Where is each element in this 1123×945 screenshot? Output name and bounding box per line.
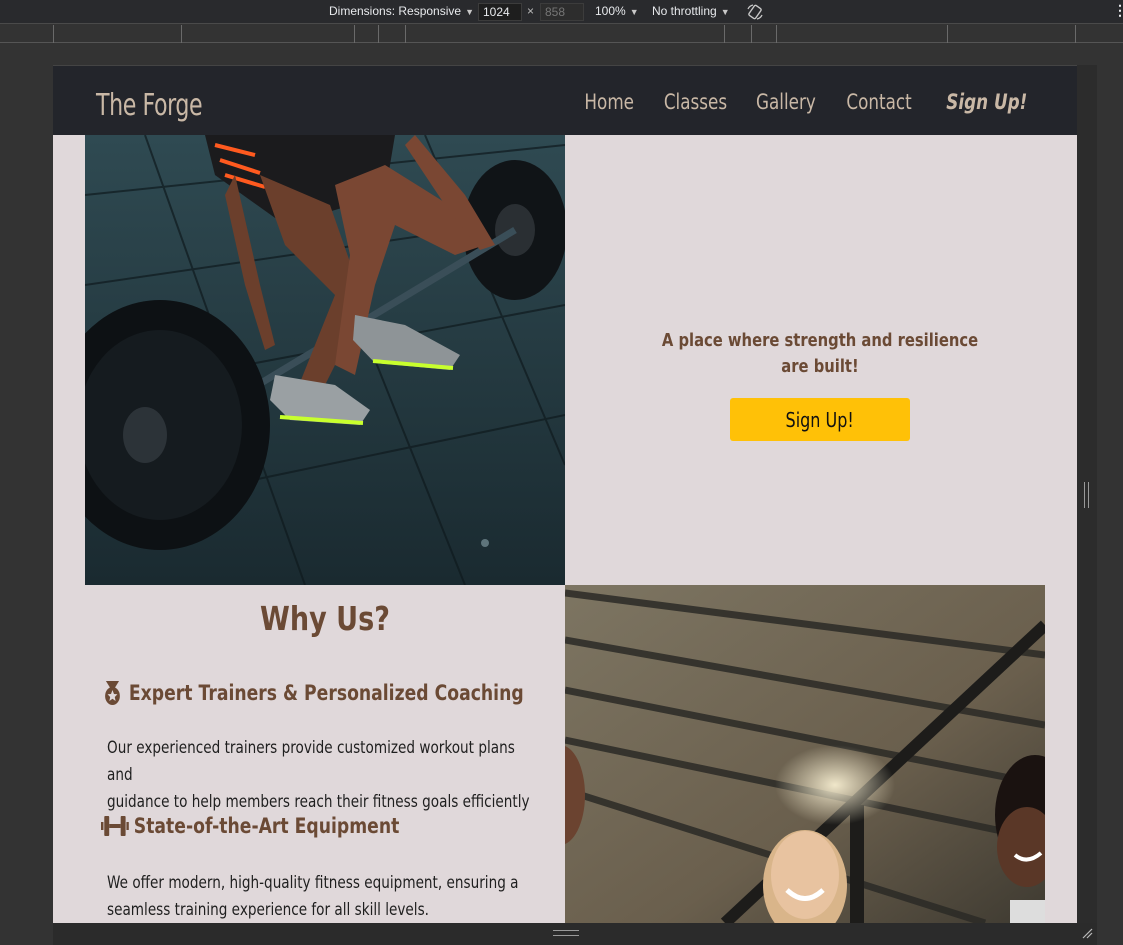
mq-tick[interactable]	[354, 25, 355, 43]
hero-image-deadlift	[85, 135, 565, 585]
throttling-dropdown[interactable]: No throttling ▼	[652, 4, 730, 18]
mq-tick[interactable]	[405, 25, 406, 43]
mq-tick[interactable]	[751, 25, 752, 43]
throttling-label: No throttling	[652, 4, 717, 18]
resize-handle-bottom[interactable]	[553, 930, 579, 936]
sign-up-button[interactable]: Sign Up!	[730, 398, 910, 441]
dimensions-dropdown[interactable]: Dimensions: Responsive ▼	[329, 4, 474, 18]
mq-tick[interactable]	[947, 25, 948, 43]
rotate-icon[interactable]	[746, 3, 764, 21]
brand-logo[interactable]: The Forge	[96, 88, 203, 123]
gym-class-photo	[565, 585, 1045, 923]
gym-class-image	[565, 585, 1045, 923]
mq-tick[interactable]	[181, 25, 182, 43]
deadlift-photo	[85, 135, 565, 585]
hero-cta-panel: A place where strength and resilience ar…	[565, 135, 1045, 585]
caret-down-icon: ▼	[629, 7, 639, 17]
dumbbell-icon	[101, 816, 129, 836]
feature-text-line: Our experienced trainers provide customi…	[107, 738, 515, 785]
nav-contact[interactable]: Contact	[846, 90, 911, 114]
nav-links: Home Classes Gallery Contact Sign Up!	[558, 90, 1027, 114]
feature-text-line: guidance to help members reach their fit…	[107, 792, 530, 812]
mq-tick[interactable]	[378, 25, 379, 43]
times-separator: ×	[527, 4, 535, 18]
resize-handle-right[interactable]	[1084, 482, 1089, 508]
tagline-line-1: A place where strength and resilience	[661, 330, 979, 351]
emulated-viewport: The Forge Home Classes Gallery Contact S…	[53, 65, 1077, 923]
nav-home[interactable]: Home	[584, 90, 634, 114]
more-options-icon[interactable]: ⋮	[1113, 2, 1123, 19]
nav-sign-up[interactable]: Sign Up!	[946, 90, 1027, 114]
caret-down-icon: ▼	[465, 7, 474, 17]
zoom-label: 100%	[595, 4, 626, 18]
feature-heading-trainers: Expert Trainers & Personalized Coaching	[101, 679, 524, 707]
feature-text-trainers: Our experienced trainers provide customi…	[107, 735, 537, 816]
feature-title-trainers: Expert Trainers & Personalized Coaching	[128, 681, 524, 705]
why-us-section: Why Us? Expert Trainers & Personalized C…	[85, 585, 565, 923]
caret-down-icon: ▼	[720, 7, 730, 17]
nav-gallery[interactable]: Gallery	[756, 90, 816, 114]
medal-icon	[105, 681, 120, 705]
feature-text-equipment: We offer modern, high-quality fitness eq…	[107, 870, 537, 923]
dimensions-label: Dimensions: Responsive	[329, 4, 462, 18]
devtools-device-toolbar: Dimensions: Responsive▼ × 100%▼ No throt…	[0, 0, 1123, 24]
feature-title-equipment: State-of-the-Art Equipment	[133, 814, 400, 838]
mq-tick[interactable]	[776, 25, 777, 43]
hero-tagline: A place where strength and resilience ar…	[611, 328, 1029, 380]
feature-text-line: seamless training experience for all ski…	[107, 900, 429, 920]
tagline-line-2: are built!	[781, 356, 859, 377]
media-query-bar	[0, 25, 1123, 43]
feature-text-line: We offer modern, high-quality fitness eq…	[107, 873, 519, 893]
why-us-heading: Why Us?	[260, 599, 390, 638]
site-navbar: The Forge Home Classes Gallery Contact S…	[53, 65, 1077, 135]
sign-up-button-label: Sign Up!	[785, 407, 855, 432]
nav-classes[interactable]: Classes	[664, 90, 727, 114]
mq-tick[interactable]	[53, 25, 54, 43]
width-input[interactable]	[478, 3, 522, 21]
mq-tick[interactable]	[1075, 25, 1076, 43]
height-input[interactable]	[540, 3, 584, 21]
mq-tick[interactable]	[724, 25, 725, 43]
feature-heading-equipment: State-of-the-Art Equipment	[101, 814, 399, 838]
zoom-dropdown[interactable]: 100% ▼	[595, 4, 639, 18]
resize-corner-icon[interactable]	[1081, 927, 1093, 939]
